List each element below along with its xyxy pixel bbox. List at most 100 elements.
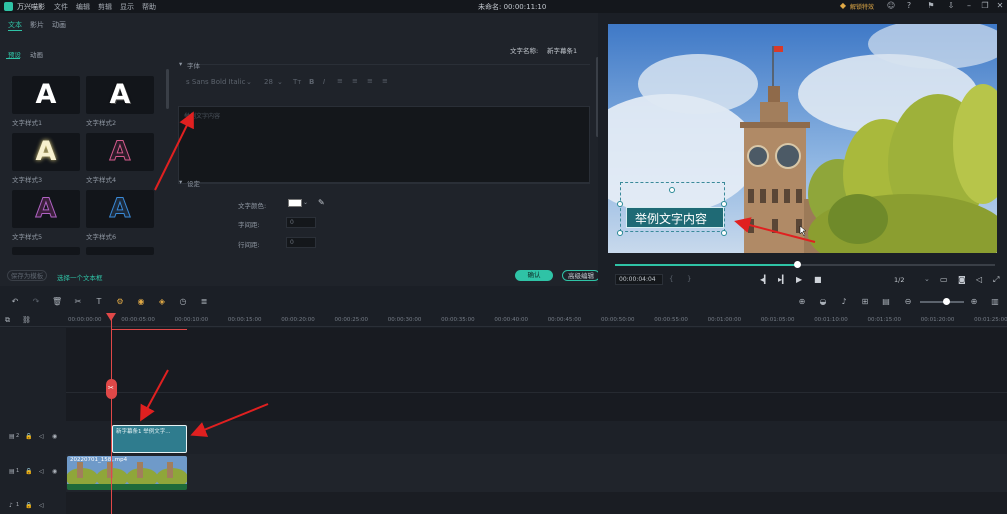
track-row-1[interactable] [66,454,1007,492]
unlock-effects-button[interactable]: 解锁特效 [850,2,874,11]
eyedropper-icon[interactable]: ✎ [318,198,325,207]
chevron-down-icon[interactable]: ⌄ [277,78,283,86]
styles-scrollbar[interactable] [166,69,169,109]
choose-textbox-link[interactable]: 选择一个文本框 [57,272,103,282]
zoom-in-icon[interactable]: ⊕ [969,297,979,307]
render-icon[interactable]: ▤ [881,297,891,307]
font-family-select[interactable]: s Sans Bold Italic [186,78,245,86]
color-icon[interactable]: ◉ [136,297,146,307]
text-overlay[interactable]: 举例文字内容 [635,210,707,227]
fullscreen-icon[interactable]: ⤢ [993,275,999,285]
help-icon[interactable]: ? [904,1,914,11]
text-style-tile-4[interactable]: A [86,133,154,171]
line-spacing-stepper[interactable]: 0 [286,237,316,248]
keyframe-icon[interactable]: ◈ [157,297,167,307]
resize-handle[interactable] [617,230,623,236]
italic-icon[interactable]: I [323,78,325,86]
text-edit-icon[interactable]: T [94,297,104,307]
marker-icon[interactable]: ◒ [818,297,828,307]
zoom-out-icon[interactable]: ⊖ [903,297,913,307]
mute-icon[interactable]: ◁ [39,433,44,440]
resize-handle[interactable] [721,201,727,207]
chevron-down-icon[interactable]: ⌄ [303,199,308,206]
menu-file[interactable]: 文件 [54,2,68,12]
text-style-tile-6[interactable]: A [86,190,154,228]
split-icon[interactable]: ✂ [73,297,83,307]
previous-frame-icon[interactable]: ◂▎ [760,275,770,284]
text-size-icon[interactable]: Tт [293,78,301,86]
undo-icon[interactable]: ↶ [10,297,20,307]
stop-icon[interactable]: ■ [814,275,822,284]
mark-in-icon[interactable]: { [669,275,673,283]
duration-icon[interactable]: ◷ [178,297,188,307]
text-clip[interactable]: 新字幕条1 举例文字... [112,425,187,453]
confirm-button[interactable]: 确认 [515,270,553,281]
mark-out-icon[interactable]: } [687,275,691,283]
maximize-icon[interactable]: ❐ [980,1,990,11]
lock-icon[interactable]: 🔒 [25,502,32,509]
video-clip[interactable]: 20220701_158..mp4 [67,456,187,490]
text-style-tile-partial[interactable] [12,247,80,255]
menu-view[interactable]: 显示 [120,2,134,12]
chevron-down-icon[interactable]: ⌄ [246,78,252,86]
align-left-icon[interactable]: ≡ [337,77,343,85]
save-as-template-button[interactable]: 保存为模板 [7,270,47,281]
playback-progress-track[interactable] [615,261,995,268]
voiceover-icon[interactable]: ⊞ [860,297,870,307]
user-icon[interactable]: ☺ [886,1,896,11]
microphone-icon[interactable]: ♪ [839,297,849,307]
align-right-icon[interactable]: ≡ [367,77,373,85]
menu-edit[interactable]: 编辑 [76,2,90,12]
download-icon[interactable]: ⇩ [946,1,956,11]
mute-icon[interactable]: ◁ [39,502,44,509]
speed-icon[interactable]: ⚙ [115,297,125,307]
playhead-handle[interactable]: ✂ [106,379,117,399]
subtab-animation[interactable]: 动画 [30,49,43,59]
bold-icon[interactable]: B [309,78,314,86]
tab-video[interactable]: 影片 [30,20,44,30]
font-section-toggle-icon[interactable]: ▾ [179,60,182,68]
track-row-2[interactable] [66,421,1007,454]
volume-icon[interactable]: ◁ [976,275,982,284]
visibility-icon[interactable]: ◉ [52,433,57,440]
minimize-icon[interactable]: – [964,1,974,11]
menu-help[interactable]: 帮助 [142,2,156,12]
lock-icon[interactable]: 🔒 [25,433,32,440]
timeline-ruler[interactable]: ⧉ ⛓ 00:00:00:00 00:00:05:00 00:00:10:00 00:… [0,312,1007,327]
layout-icon[interactable]: ▥ [990,297,1000,307]
close-icon[interactable]: ✕ [995,1,1005,11]
audio-mixer-icon[interactable]: ≣ [199,297,209,307]
link-icon[interactable]: ⛓ [22,316,31,324]
tab-text[interactable]: 文本 [8,20,22,30]
audio-track-row[interactable] [66,492,1007,514]
resize-handle[interactable] [617,201,623,207]
letter-spacing-stepper[interactable]: 0 [286,217,316,228]
video-preview[interactable]: 举例文字内容 [608,24,997,253]
notification-icon[interactable]: ⚑ [926,1,936,11]
menu-clip[interactable]: 剪辑 [98,2,112,12]
align-center-icon[interactable]: ≡ [352,77,358,85]
playhead-line[interactable] [111,314,112,514]
add-track-icon[interactable]: ⧉ [5,316,10,325]
text-style-tile-5[interactable]: A [12,190,80,228]
text-style-tile-partial[interactable] [86,247,154,255]
font-size-select[interactable]: 28 [264,78,273,86]
preview-ratio-select[interactable]: 1/2 [894,276,904,284]
monitor-icon[interactable]: ▭ [940,275,948,284]
text-style-tile-1[interactable]: A [12,76,80,114]
zoom-slider-knob[interactable] [943,298,950,305]
delete-icon[interactable]: 🗑 [52,297,62,307]
settings-section-toggle-icon[interactable]: ▾ [179,178,182,186]
align-justify-icon[interactable]: ≡ [382,77,388,85]
rotate-handle[interactable] [669,187,675,193]
text-color-swatch[interactable] [288,199,302,207]
advanced-edit-button[interactable]: 高级编辑 [562,270,600,281]
playhead-knob[interactable] [794,261,802,268]
play-icon[interactable]: ▶ [796,275,802,284]
resize-handle[interactable] [721,230,727,236]
text-content-input[interactable]: 举例文字内容 [178,106,590,184]
snap-icon[interactable]: ⊕ [797,297,807,307]
zoom-slider[interactable] [920,298,964,305]
redo-icon[interactable]: ↷ [31,297,41,307]
chevron-down-icon[interactable]: ⌄ [924,275,930,283]
